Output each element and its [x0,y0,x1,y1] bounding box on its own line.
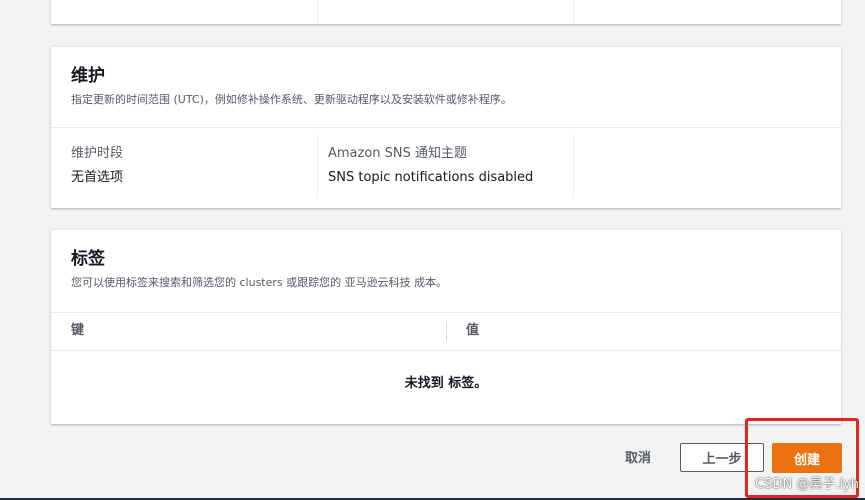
maintenance-description: 指定更新的时间范围 (UTC)，例如修补操作系统、更新驱动程序以及安装软件或修补… [71,93,512,106]
previous-section-panel [51,0,841,24]
column-header-key[interactable]: 键 [71,312,84,350]
column-divider [317,135,318,198]
tags-table-header: 键 值 [51,312,841,350]
column-resizer[interactable] [446,321,447,341]
create-button[interactable]: 创建 [772,443,842,473]
watermark: CSDN @昊子.lyh [755,477,859,492]
tags-table-header-border [51,350,841,351]
column-divider [317,0,318,24]
column-header-value[interactable]: 值 [466,312,479,350]
maintenance-header: 维护 指定更新的时间范围 (UTC)，例如修补操作系统、更新驱动程序以及安装软件… [51,47,841,107]
sns-topic-value: SNS topic notifications disabled [328,170,534,185]
maintenance-divider [51,127,841,128]
column-divider [573,135,574,198]
previous-button[interactable]: 上一步 [680,443,764,472]
maintenance-title: 维护 [71,66,105,86]
cancel-button[interactable]: 取消 [612,446,664,472]
maintenance-window-value: 无首选项 [71,170,124,185]
tags-panel: 标签 您可以使用标签来搜索和筛选您的 clusters 或跟踪您的 亚马逊云科技… [51,229,841,424]
maintenance-window-field: 维护时段 无首选项 [71,135,311,198]
sns-topic-label: Amazon SNS 通知主题 [328,146,468,161]
column-divider [573,0,574,24]
tags-title: 标签 [71,249,105,269]
tags-header: 标签 您可以使用标签来搜索和筛选您的 clusters 或跟踪您的 亚马逊云科技… [51,230,841,290]
maintenance-window-label: 维护时段 [71,146,124,161]
tags-description: 您可以使用标签来搜索和筛选您的 clusters 或跟踪您的 亚马逊云科技 成本… [71,276,448,289]
sns-topic-field: Amazon SNS 通知主题 SNS topic notifications … [328,135,568,198]
maintenance-panel: 维护 指定更新的时间范围 (UTC)，例如修补操作系统、更新驱动程序以及安装软件… [51,46,841,208]
tags-empty-message: 未找到 标签。 [404,376,488,391]
